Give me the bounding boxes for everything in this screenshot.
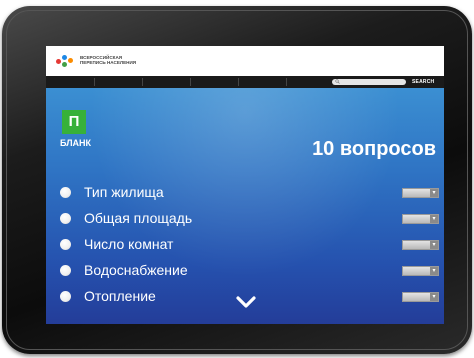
question-row[interactable]: Водоснабжение ▾ [46, 262, 444, 282]
question-label: Водоснабжение [84, 262, 188, 278]
question-row[interactable]: Тип жилища ▾ [46, 184, 444, 204]
nav-separator [286, 78, 287, 86]
search-button[interactable]: SEARCH [412, 79, 434, 85]
form-badge: П [62, 110, 86, 134]
questions-count: 10 вопросов [312, 138, 436, 160]
question-dropdown[interactable]: ▾ [402, 240, 439, 250]
tablet-screen: ВСЕРОССИЙСКАЯ ПЕРЕПИСЬ НАСЕЛЕНИЯ SEARCH … [46, 46, 444, 324]
chevron-down-icon: ▾ [430, 267, 438, 275]
form-label: БЛАНК [60, 138, 92, 148]
question-dropdown[interactable]: ▾ [402, 292, 439, 302]
chevron-down-icon: ▾ [430, 215, 438, 223]
tablet-device: ВСЕРОССИЙСКАЯ ПЕРЕПИСЬ НАСЕЛЕНИЯ SEARCH … [0, 0, 474, 358]
question-dropdown[interactable]: ▾ [402, 266, 439, 276]
site-header: ВСЕРОССИЙСКАЯ ПЕРЕПИСЬ НАСЕЛЕНИЯ [46, 46, 444, 76]
chevron-down-icon[interactable] [235, 294, 257, 310]
nav-separator [190, 78, 191, 86]
logo-icon[interactable] [56, 54, 74, 70]
search-input[interactable] [332, 79, 406, 85]
radio-button[interactable] [60, 291, 71, 302]
chevron-down-icon: ▾ [430, 189, 438, 197]
nav-separator [238, 78, 239, 86]
radio-button[interactable] [60, 239, 71, 250]
question-row[interactable]: Общая площадь ▾ [46, 210, 444, 230]
chevron-down-icon: ▾ [430, 293, 438, 301]
question-label: Число комнат [84, 236, 174, 252]
question-label: Отопление [84, 288, 156, 304]
chevron-down-icon: ▾ [430, 241, 438, 249]
radio-button[interactable] [60, 213, 71, 224]
form-content: П БЛАНК 10 вопросов Тип жилища ▾ Общая п… [46, 88, 444, 324]
radio-button[interactable] [60, 187, 71, 198]
site-logo-text[interactable]: ВСЕРОССИЙСКАЯ ПЕРЕПИСЬ НАСЕЛЕНИЯ [80, 55, 140, 65]
question-label: Общая площадь [84, 210, 193, 226]
nav-separator [94, 78, 95, 86]
question-dropdown[interactable]: ▾ [402, 188, 439, 198]
question-row[interactable]: Число комнат ▾ [46, 236, 444, 256]
question-dropdown[interactable]: ▾ [402, 214, 439, 224]
question-label: Тип жилища [84, 184, 164, 200]
nav-separator [142, 78, 143, 86]
search-icon [335, 79, 340, 84]
radio-button[interactable] [60, 265, 71, 276]
